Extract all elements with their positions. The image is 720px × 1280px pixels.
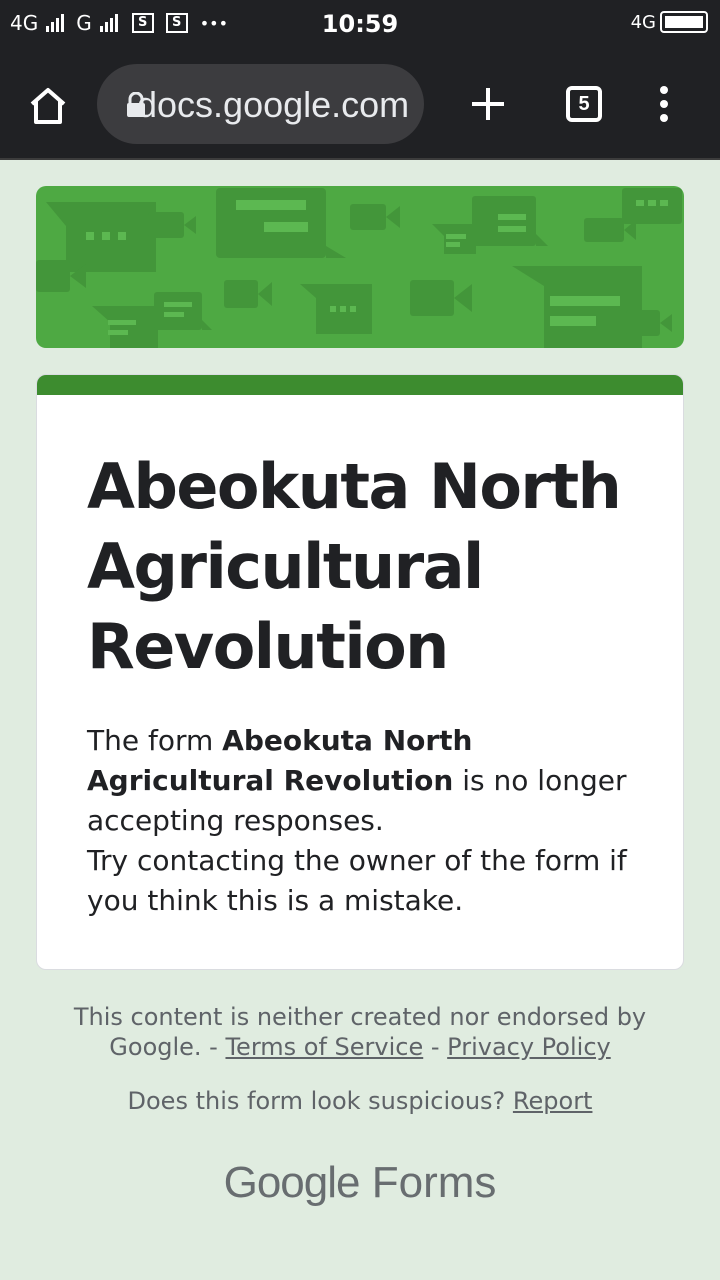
- report-link[interactable]: Report: [513, 1087, 593, 1115]
- battery-icon: [660, 11, 708, 33]
- chat-pattern-image: [36, 188, 682, 348]
- msg-prefix: The form: [87, 724, 223, 757]
- form-card: Abeokuta North Agricultural Revolution T…: [36, 374, 684, 970]
- privacy-policy-link[interactable]: Privacy Policy: [447, 1033, 611, 1061]
- brand-google: Google: [223, 1158, 361, 1207]
- form-header-banner: [36, 186, 684, 348]
- footer-report: Does this form look suspicious? Report: [60, 1086, 660, 1116]
- closed-message: The form Abeokuta North Agricultural Rev…: [87, 721, 647, 921]
- footer-disclaimer: This content is neither created nor endo…: [60, 1002, 660, 1062]
- clock: 10:59: [321, 10, 399, 38]
- brand-forms: Forms: [371, 1158, 497, 1207]
- browser-toolbar: docs.google.com 5: [0, 50, 720, 160]
- msg-contact-owner: Try contacting the owner of the form if …: [87, 844, 627, 917]
- status-right: 4G: [631, 11, 708, 33]
- url-text: docs.google.com: [137, 84, 410, 125]
- google-forms-logo[interactable]: Google Forms: [0, 1158, 720, 1208]
- card-accent-bar: [37, 375, 683, 395]
- suspicious-text: Does this form look suspicious?: [127, 1087, 513, 1115]
- overflow-menu-icon[interactable]: [654, 84, 674, 124]
- tab-switcher-button[interactable]: 5: [566, 86, 602, 122]
- terms-of-service-link[interactable]: Terms of Service: [225, 1033, 423, 1061]
- form-title: Abeokuta North Agricultural Revolution: [87, 450, 622, 683]
- address-bar[interactable]: docs.google.com: [97, 64, 424, 144]
- status-bar: 4G G S S ••• 10:59 4G: [0, 0, 720, 50]
- footer-separator: -: [423, 1033, 448, 1061]
- home-icon[interactable]: [24, 82, 72, 130]
- network-label-right: 4G: [630, 11, 656, 33]
- new-tab-icon[interactable]: [466, 82, 510, 126]
